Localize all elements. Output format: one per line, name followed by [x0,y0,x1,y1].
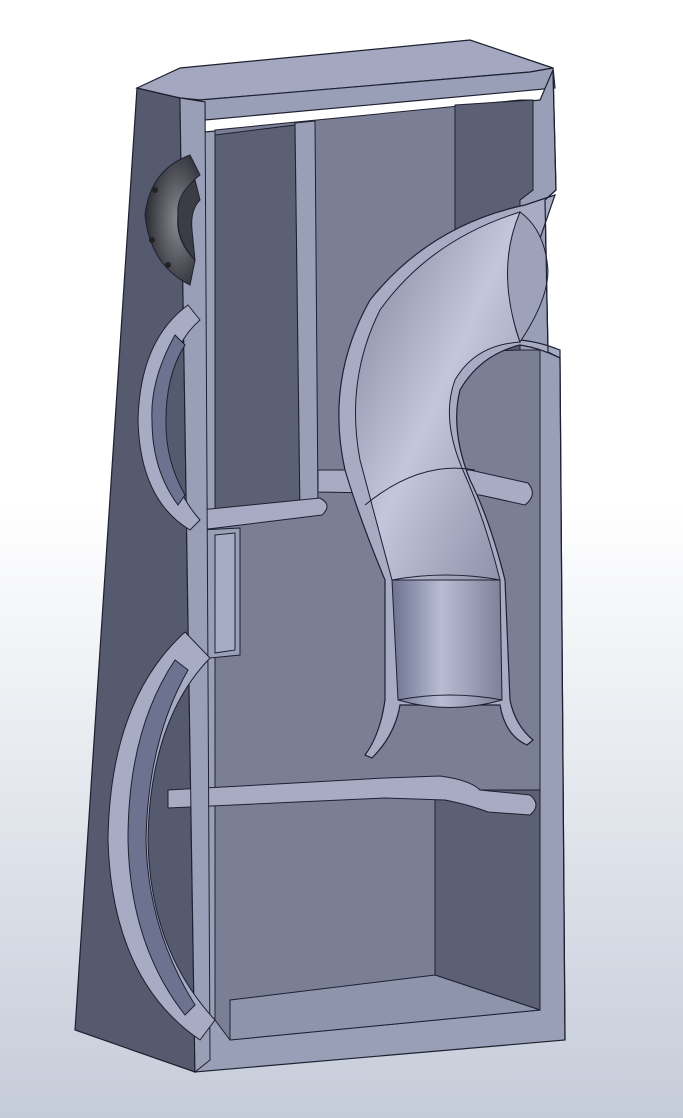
cad-viewport[interactable] [0,0,683,1118]
enclosure-section-drawing [0,0,683,1118]
lower-right-back-wall [434,789,541,1011]
middle-step-face [214,532,236,654]
upper-chamber-left-wall [214,124,301,521]
